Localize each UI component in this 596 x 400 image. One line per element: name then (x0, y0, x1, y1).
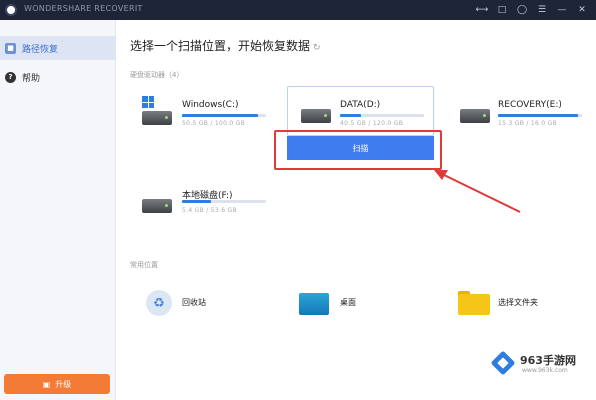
close-icon[interactable]: ✕ (572, 0, 592, 20)
menu-icon[interactable]: ☰ (532, 0, 552, 20)
page-title: 选择一个扫描位置，开始恢复数据 ↻ (130, 39, 321, 53)
watermark: 963手游网 www.963k.com (488, 350, 592, 378)
refresh-icon[interactable]: ↻ (313, 43, 321, 53)
drive-size: 50.5 GB / 100.0 GB (182, 120, 246, 127)
drive-usage-bar (182, 200, 266, 203)
minimize-icon[interactable]: — (552, 0, 572, 20)
drive-size: 5.4 GB / 53.6 GB (182, 207, 237, 214)
desktop-icon (299, 293, 329, 315)
drive-name: Windows(C:) (182, 100, 239, 110)
folder-icon (458, 291, 490, 315)
recycle-bin-icon: ♻ (146, 290, 172, 316)
drive-size: 40.5 GB / 120.0 GB (340, 120, 404, 127)
drive-size: 15.3 GB / 16.0 GB (498, 120, 558, 127)
drive-usage-bar (182, 114, 266, 117)
locations-section-label: 常用位置 (130, 261, 158, 269)
account-icon[interactable]: ◯ (512, 0, 532, 20)
sidebar-item-label: 路径恢复 (22, 44, 59, 55)
watermark-logo-icon (490, 350, 516, 376)
sidebar: ■ 路径恢复 ? 帮助 ▣ 升级 (0, 20, 116, 400)
windows-logo-icon (142, 96, 154, 108)
app-logo-icon (5, 4, 17, 16)
drive-name: RECOVERY(E:) (498, 100, 562, 110)
sidebar-item-label: 帮助 (22, 73, 41, 84)
drive-usage-bar (498, 114, 582, 117)
sidebar-item-help[interactable]: ? 帮助 (0, 65, 116, 89)
highlight-annotation (274, 130, 442, 170)
location-label: 桌面 (340, 298, 356, 307)
location-label: 回收站 (182, 298, 206, 307)
lock-icon: ▣ (42, 379, 51, 389)
hard-drive-icon (460, 109, 490, 123)
window-controls: ⟷ □ ◯ ☰ — ✕ (472, 0, 592, 20)
export-icon[interactable]: □ (492, 0, 512, 20)
app-title: WONDERSHARE RECOVERIT (24, 4, 143, 13)
drives-section-label: 硬盘驱动器（4） (130, 71, 184, 79)
drive-name: DATA(D:) (340, 100, 381, 110)
hard-drive-icon (301, 109, 331, 123)
folder-icon: ■ (5, 42, 16, 54)
hard-drive-icon (142, 199, 172, 213)
upgrade-button[interactable]: ▣ 升级 (4, 374, 110, 394)
upgrade-label: 升级 (55, 379, 72, 389)
watermark-url: www.963k.com (522, 367, 568, 374)
drive-usage-bar (340, 114, 424, 117)
location-label: 选择文件夹 (498, 298, 538, 307)
sidebar-item-path-recovery[interactable]: ■ 路径恢复 (0, 36, 116, 60)
share-icon[interactable]: ⟷ (472, 0, 492, 20)
help-icon: ? (5, 71, 16, 83)
watermark-brand: 963手游网 (520, 354, 576, 367)
hard-drive-icon (142, 111, 172, 125)
title-bar: WONDERSHARE RECOVERIT ⟷ □ ◯ ☰ — ✕ (0, 0, 596, 20)
